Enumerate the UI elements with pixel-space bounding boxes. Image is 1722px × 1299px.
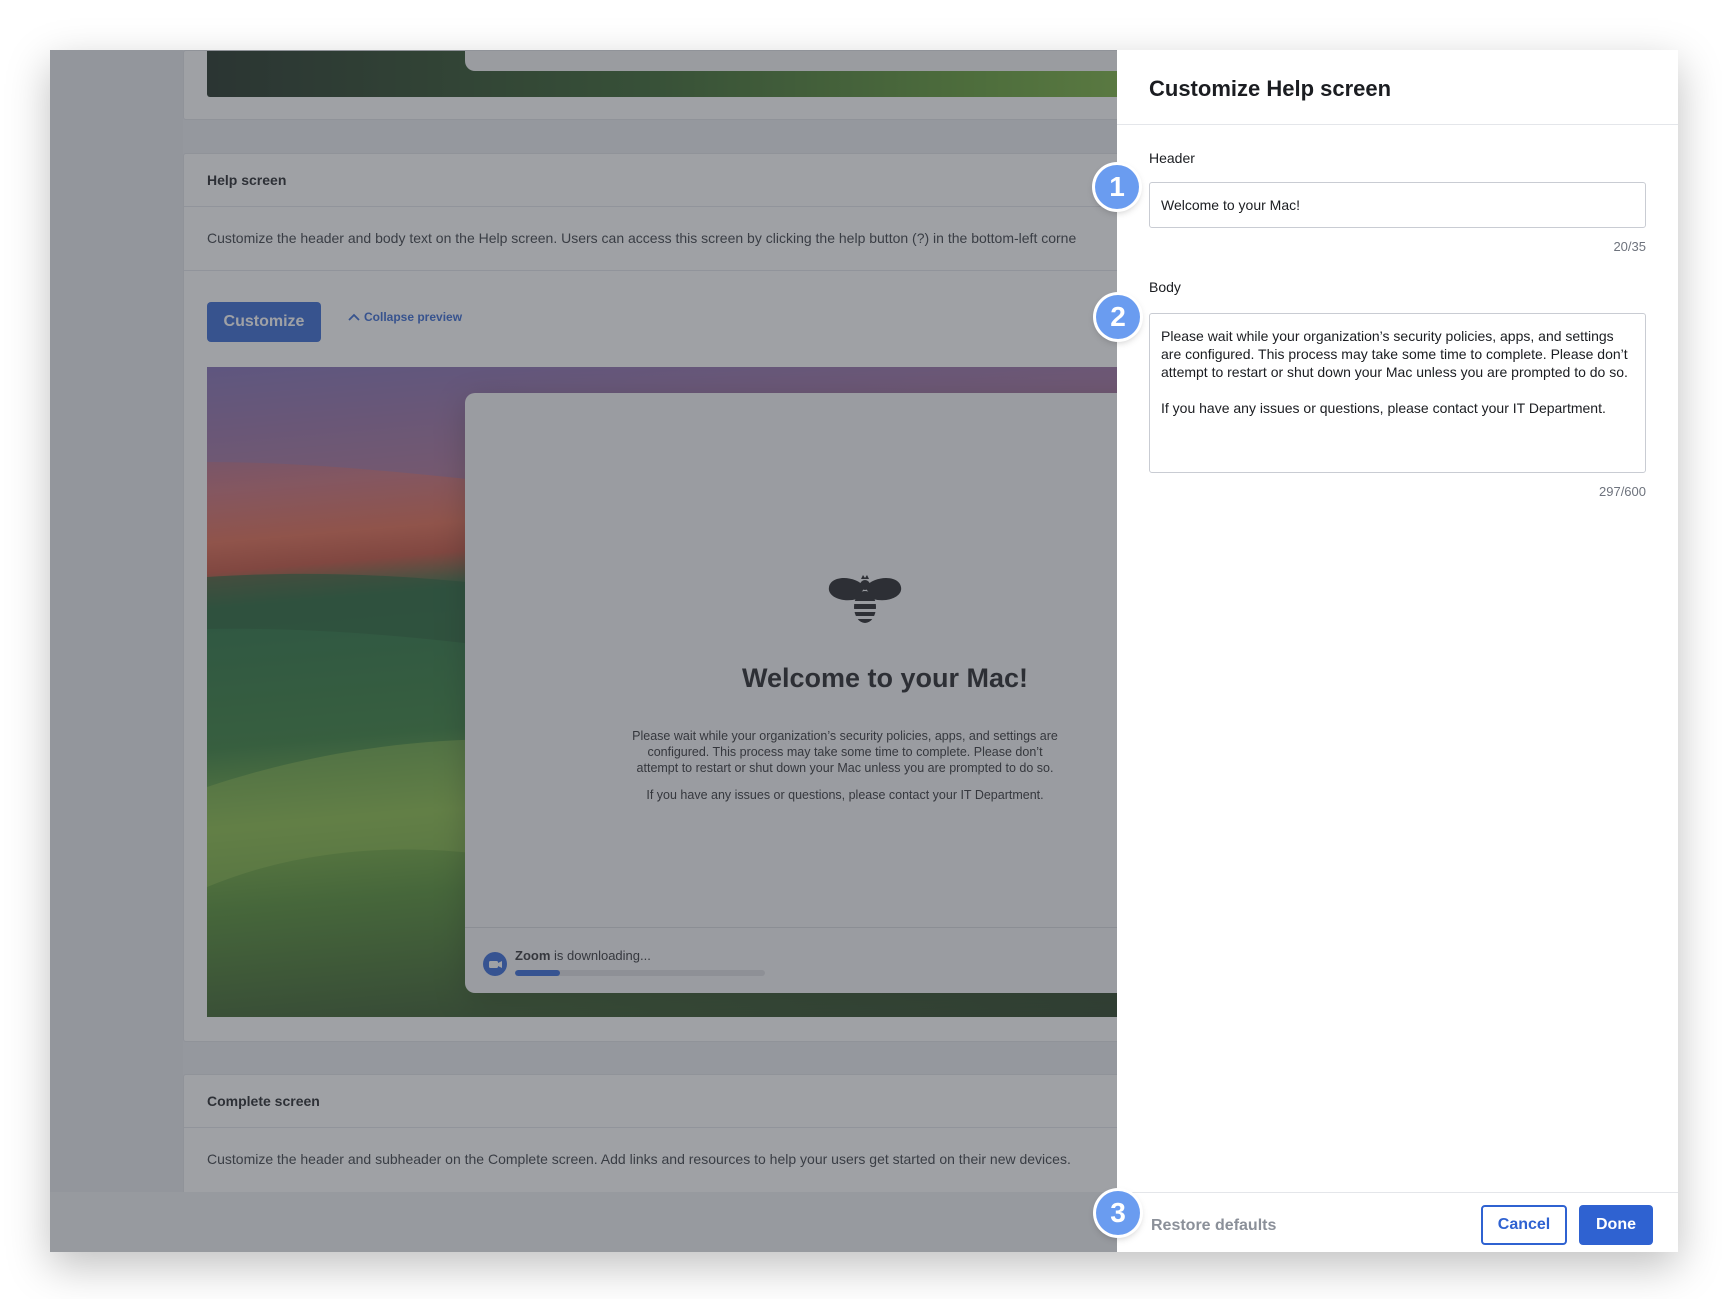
header-input[interactable] [1149, 182, 1646, 228]
cancel-button[interactable]: Cancel [1481, 1205, 1567, 1245]
annotation-marker-1: 1 [1095, 165, 1139, 209]
drawer-header-divider [1117, 124, 1678, 125]
app-frame: Help screen Customize the header and bod… [50, 50, 1678, 1252]
body-field-label: Body [1149, 279, 1181, 295]
header-field-label: Header [1149, 150, 1195, 166]
customize-help-drawer: Customize Help screen Header 20/35 Body … [1117, 50, 1678, 1252]
annotation-marker-3: 3 [1096, 1191, 1140, 1235]
annotation-marker-2: 2 [1096, 295, 1140, 339]
body-textarea[interactable]: Please wait while your organization’s se… [1149, 313, 1646, 473]
body-character-counter: 297/600 [1599, 484, 1646, 499]
done-button[interactable]: Done [1579, 1205, 1653, 1245]
drawer-title: Customize Help screen [1149, 76, 1392, 101]
header-character-counter: 20/35 [1613, 239, 1646, 254]
restore-defaults-button[interactable]: Restore defaults [1151, 1217, 1276, 1235]
drawer-footer-divider [1117, 1192, 1678, 1193]
